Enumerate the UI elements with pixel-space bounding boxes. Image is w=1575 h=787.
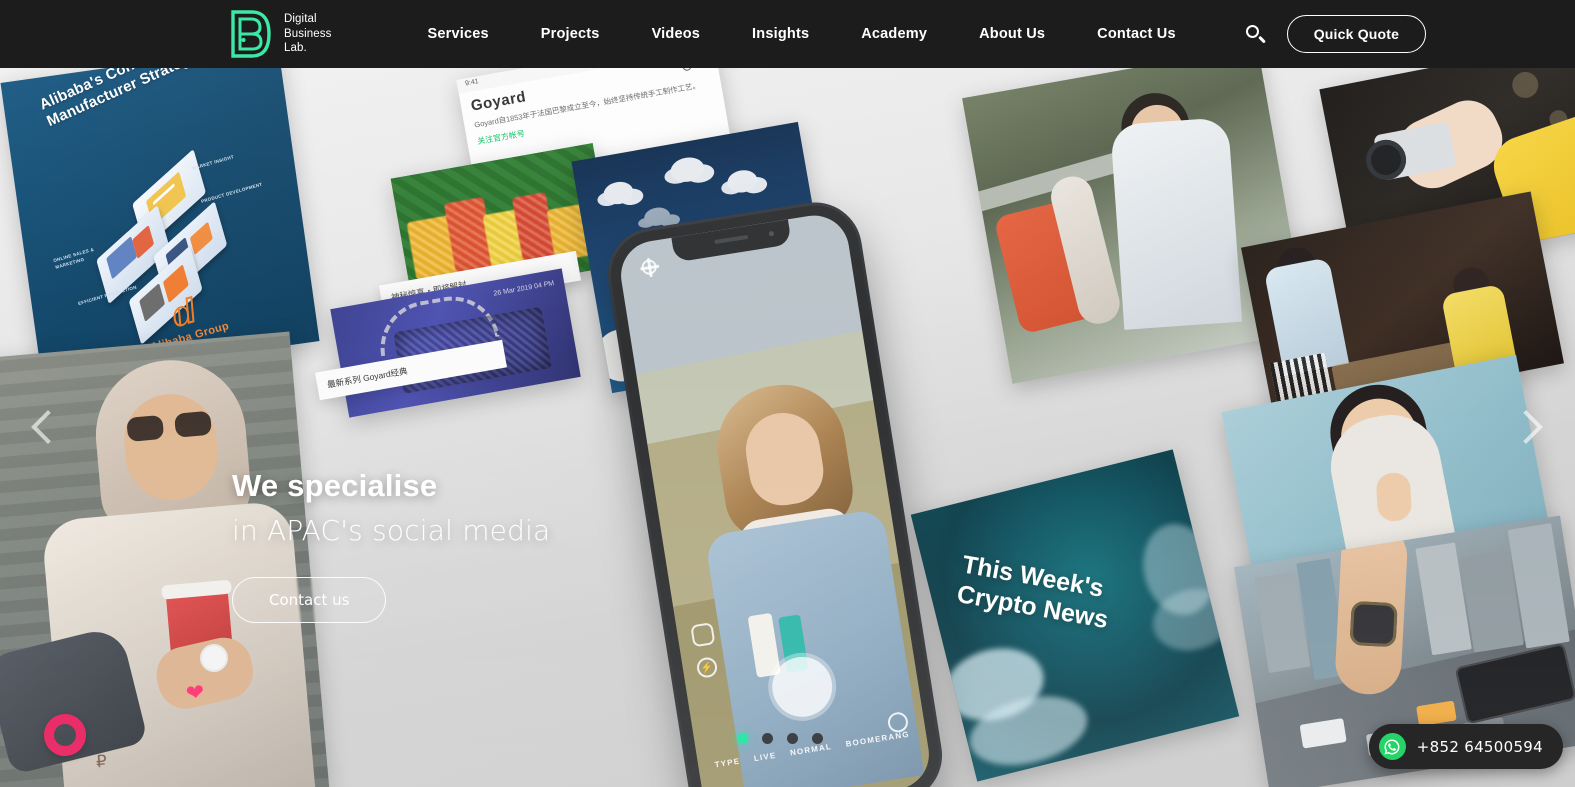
nav-right-actions: Quick Quote [1245,15,1427,53]
search-icon[interactable] [1245,24,1266,44]
logo-line-1: Digital [284,13,317,26]
carousel-dot-1[interactable] [737,733,748,744]
logo-wordmark: Digital Business Lab. [284,12,331,55]
camera-settings-icon[interactable] [640,258,658,276]
whatsapp-contact-button[interactable]: +852 64500594 [1368,724,1563,769]
whatsapp-number: +852 64500594 [1416,737,1543,756]
crypto-news-card[interactable]: This Week's Crypto News [910,449,1240,782]
logo-line-2: Business [284,27,332,40]
nav-item-contact-us[interactable]: Contact Us [1071,26,1202,42]
carousel-dot-2[interactable] [762,733,773,744]
fashion-street-photo[interactable] [962,46,1308,384]
nav-item-projects[interactable]: Projects [515,26,626,42]
hero-subheadline: in APAC's social media [232,514,551,547]
chevron-left-icon[interactable] [30,405,60,457]
top-navigation-bar: Digital Business Lab. Services Projects … [0,0,1575,68]
logo-line-3: Lab. [284,42,307,55]
flash-icon[interactable]: ⚡ [695,656,719,679]
nav-item-about-us[interactable]: About Us [953,26,1071,42]
primary-nav-links: Services Projects Videos Insights Academ… [401,26,1201,42]
nav-item-videos[interactable]: Videos [626,26,726,42]
phone-notch [671,219,792,263]
tattoo-detail: ₽ [95,751,108,772]
site-logo[interactable]: Digital Business Lab. [228,9,331,59]
carousel-dots[interactable] [737,733,823,744]
phone-mockup[interactable]: ⚡ TYPE LIVE NORMAL BOOMERANG [604,199,946,787]
nav-item-academy[interactable]: Academy [835,26,953,42]
page-root: Alibaba's Consumer-to-Manufacturer Strat… [0,0,1575,787]
carousel-dot-4[interactable] [812,733,823,744]
handbag-timestamp: 26 Mar 2019 04 PM [493,280,555,298]
hero-text-block: We specialise in APAC's social media Con… [232,468,550,623]
hero-headline: We specialise [232,468,438,503]
heart-icon: ❤ [184,678,207,707]
status-time: 9:41 [464,78,480,88]
whatsapp-icon [1378,733,1406,760]
handbag-photo-card[interactable]: 26 Mar 2019 04 PM [330,268,581,418]
db-monogram-logo-icon [231,10,271,58]
quick-quote-button[interactable]: Quick Quote [1286,15,1427,53]
effects-icon[interactable] [690,622,716,648]
nav-item-insights[interactable]: Insights [726,26,835,42]
carousel-dot-3[interactable] [787,733,798,744]
phone-screen: ⚡ TYPE LIVE NORMAL BOOMERANG [616,210,934,787]
avatar [200,644,228,672]
chevron-right-icon[interactable] [1512,405,1542,457]
hero-collage: Alibaba's Consumer-to-Manufacturer Strat… [0,0,1575,787]
nav-item-services[interactable]: Services [401,26,514,42]
contact-us-button[interactable]: Contact us [232,577,387,623]
alibaba-strategy-card[interactable]: Alibaba's Consumer-to-Manufacturer Strat… [0,43,320,381]
